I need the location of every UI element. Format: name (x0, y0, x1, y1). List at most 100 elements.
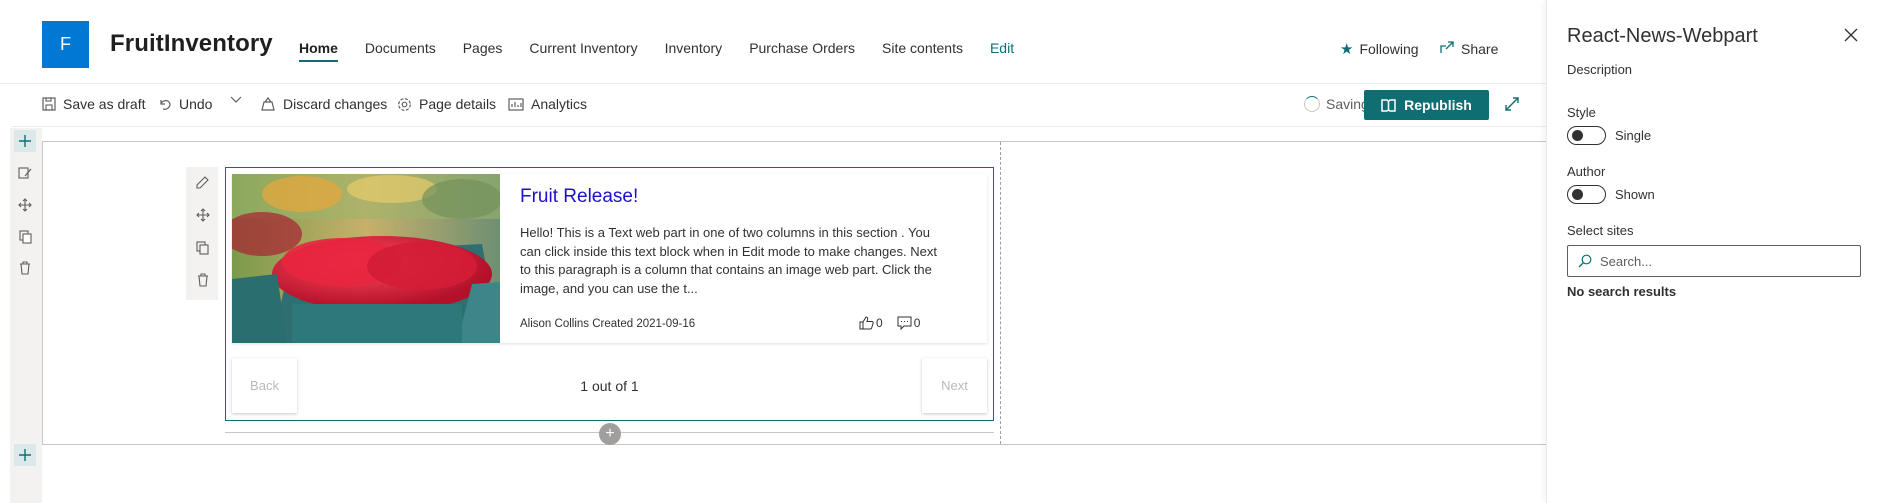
share-button[interactable]: Share (1440, 40, 1498, 57)
nav-item-current-inventory[interactable]: Current Inventory (529, 40, 637, 62)
discard-changes-label: Discard changes (283, 96, 388, 112)
gear-icon (398, 97, 411, 111)
news-image[interactable] (232, 174, 500, 343)
page-details-button[interactable]: Page details (397, 96, 496, 112)
style-label: Style (1567, 105, 1596, 120)
book-icon (1381, 98, 1396, 112)
site-logo[interactable]: F (42, 21, 89, 68)
undo-dropdown-button[interactable] (230, 96, 242, 104)
news-card[interactable]: Fruit Release! Hello! This is a Text web… (232, 174, 987, 343)
pager-status: 1 out of 1 (580, 378, 639, 394)
close-icon (1844, 28, 1858, 42)
nav-item-site-contents[interactable]: Site contents (882, 40, 963, 62)
news-pager: Back 1 out of 1 Next (232, 358, 987, 414)
nav-item-edit[interactable]: Edit (990, 40, 1014, 62)
like-count: 0 (876, 316, 883, 330)
undo-button[interactable]: Undo (158, 96, 212, 112)
share-label: Share (1461, 40, 1499, 57)
site-title[interactable]: FruitInventory (110, 30, 273, 58)
undo-icon (160, 100, 171, 110)
add-section-top-button[interactable] (14, 130, 36, 152)
edit-section-button[interactable] (14, 162, 36, 184)
no-search-results: No search results (1567, 284, 1677, 299)
comment-stat[interactable]: 0 (897, 316, 921, 330)
save-icon (42, 97, 56, 111)
undo-label: Undo (179, 96, 213, 112)
analytics-label: Analytics (531, 96, 588, 112)
page-details-label: Page details (419, 96, 497, 112)
news-description: Hello! This is a Text web part in one of… (520, 225, 937, 296)
toggle-knob (1572, 130, 1583, 141)
news-author-line: Alison Collins Created 2021-09-16 (520, 318, 696, 330)
move-section-button[interactable] (14, 194, 36, 216)
select-sites-label: Select sites (1567, 223, 1634, 238)
style-toggle[interactable] (1567, 126, 1606, 145)
plus-icon (19, 135, 31, 147)
following-button[interactable]: ★ Following (1340, 40, 1419, 58)
author-toggle[interactable] (1567, 185, 1606, 204)
news-stats: 0 0 (859, 316, 920, 330)
site-search-box[interactable] (1567, 245, 1861, 277)
property-pane-title: React-News-Webpart (1567, 25, 1758, 47)
news-card-body: Fruit Release! Hello! This is a Text web… (520, 186, 950, 298)
saving-status: Saving (1304, 96, 1369, 112)
republish-label: Republish (1404, 97, 1472, 113)
news-title[interactable]: Fruit Release! (520, 186, 950, 208)
author-toggle-text: Shown (1615, 187, 1655, 202)
property-pane: React-News-Webpart Description Style Sin… (1546, 0, 1884, 503)
nav-item-inventory[interactable]: Inventory (665, 40, 723, 62)
analytics-icon (508, 97, 524, 111)
comment-icon (897, 316, 912, 330)
property-pane-description: Description (1567, 62, 1633, 77)
site-search-input[interactable] (1600, 253, 1840, 269)
save-as-draft-label: Save as draft (63, 96, 146, 112)
plus-icon (19, 449, 31, 461)
saving-label: Saving (1326, 96, 1369, 112)
style-toggle-text: Single (1615, 128, 1652, 143)
add-webpart-button[interactable]: + (599, 423, 621, 445)
nav-item-pages[interactable]: Pages (463, 40, 503, 62)
nav-item-documents[interactable]: Documents (365, 40, 436, 62)
plus-icon: + (605, 425, 615, 442)
like-stat[interactable]: 0 (859, 316, 883, 330)
column-divider (1000, 142, 1001, 444)
comment-count: 0 (913, 316, 921, 330)
delete-section-button[interactable] (14, 257, 36, 279)
next-button[interactable]: Next (922, 358, 987, 413)
search-icon (1578, 254, 1592, 268)
site-header: F FruitInventory Home Documents Pages Cu… (0, 0, 1546, 84)
analytics-button[interactable]: Analytics (508, 96, 587, 112)
webpart-toolbar (186, 167, 218, 300)
nav-item-home[interactable]: Home (299, 40, 338, 62)
save-as-draft-button[interactable]: Save as draft (42, 96, 146, 112)
spinner-icon (1304, 96, 1320, 112)
trash-icon (20, 261, 30, 275)
share-icon (1440, 40, 1455, 57)
copy-icon (196, 240, 209, 255)
thumbs-up-icon (859, 316, 874, 330)
move-icon (18, 198, 32, 212)
move-icon (195, 207, 210, 222)
chevron-down-icon (230, 96, 242, 103)
move-webpart-button[interactable] (194, 206, 211, 223)
duplicate-section-button[interactable] (14, 226, 36, 248)
site-navigation: Home Documents Pages Current Inventory I… (299, 40, 1041, 62)
edit-section-icon (17, 167, 31, 179)
discard-icon (261, 97, 275, 111)
close-button[interactable] (1844, 28, 1858, 45)
news-webpart[interactable]: Fruit Release! Hello! This is a Text web… (225, 167, 994, 421)
republish-button[interactable]: Republish (1364, 90, 1489, 120)
duplicate-webpart-button[interactable] (194, 239, 211, 256)
copy-icon (18, 230, 32, 244)
toggle-knob (1572, 189, 1583, 200)
discard-changes-button[interactable]: Discard changes (260, 96, 387, 112)
delete-webpart-button[interactable] (194, 271, 211, 288)
expand-icon[interactable] (1504, 96, 1520, 115)
edit-webpart-button[interactable] (194, 174, 211, 191)
following-label: Following (1359, 41, 1419, 57)
command-bar: Save as draft Undo Discard changes Page … (12, 84, 1546, 127)
page-editor: F FruitInventory Home Documents Pages Cu… (0, 0, 1546, 503)
nav-item-purchase-orders[interactable]: Purchase Orders (749, 40, 855, 62)
author-label: Author (1567, 164, 1606, 179)
add-section-bottom-button[interactable] (14, 444, 36, 466)
